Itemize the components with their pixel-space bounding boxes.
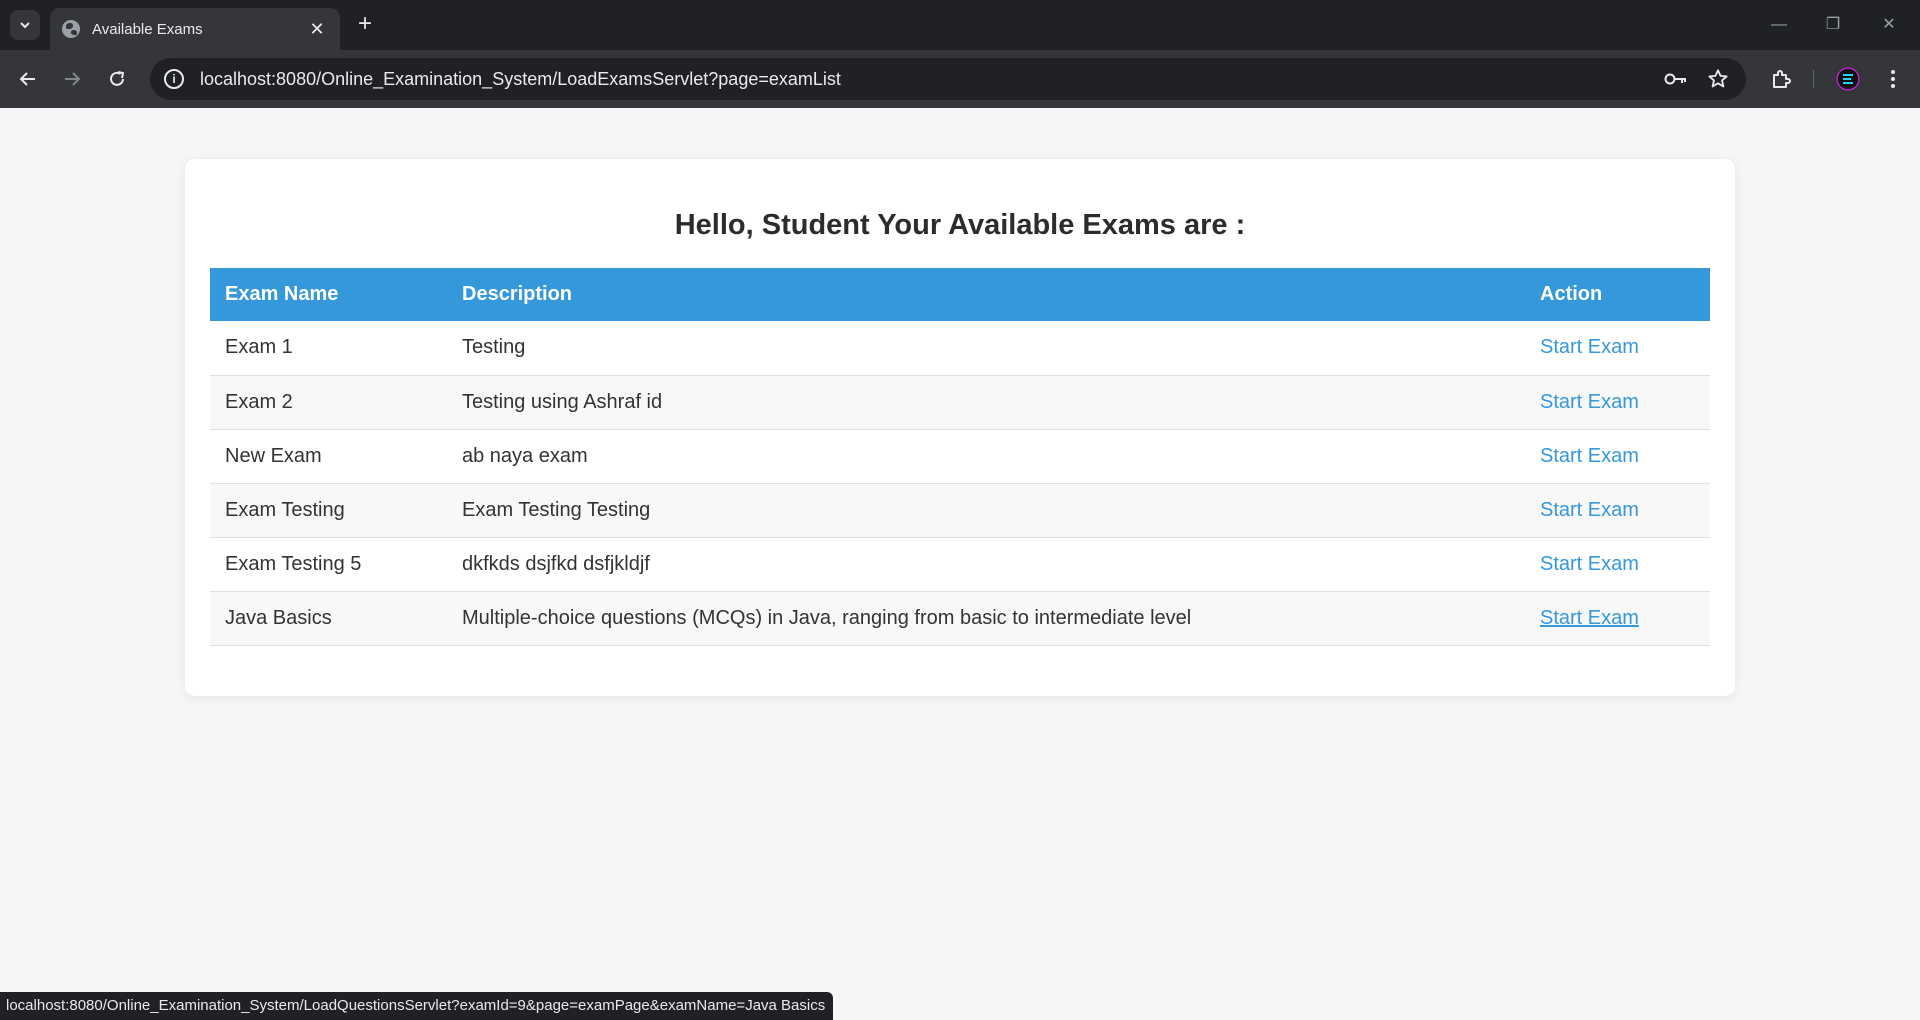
start-exam-link[interactable]: Start Exam xyxy=(1540,499,1639,521)
link-status-bar: localhost:8080/Online_Examination_System… xyxy=(0,992,834,1020)
page-heading: Hello, Student Your Available Exams are … xyxy=(674,209,1246,241)
arrow-right-icon xyxy=(65,72,81,86)
exam-action-cell: Start Exam xyxy=(1525,429,1710,484)
start-exam-link[interactable]: Start Exam xyxy=(1540,553,1639,575)
table-row: Exam 1 Testing Start Exam xyxy=(210,321,1710,376)
table-row: Java Basics Multiple-choice questions (M… xyxy=(210,591,1710,646)
extensions-button[interactable] xyxy=(1766,64,1796,94)
start-exam-link[interactable]: Start Exam xyxy=(1540,607,1639,629)
table-row: Exam Testing Exam Testing Testing Start … xyxy=(210,483,1710,538)
table-header-row: Exam Name Description Action xyxy=(210,268,1710,321)
browser-menu-button[interactable] xyxy=(1878,64,1908,94)
exam-name-cell: Exam Testing xyxy=(210,483,447,538)
address-bar[interactable]: i localhost:8080/Online_Examination_Syst… xyxy=(150,58,1746,100)
table-row: New Exam ab naya exam Start Exam xyxy=(210,429,1710,484)
minimize-icon[interactable]: — xyxy=(1766,12,1792,38)
exam-description-cell: Multiple-choice questions (MCQs) in Java… xyxy=(447,591,1525,646)
exam-description-cell: Exam Testing Testing xyxy=(447,483,1525,538)
url-text[interactable]: localhost:8080/Online_Examination_System… xyxy=(200,69,1662,90)
exam-action-cell: Start Exam xyxy=(1525,321,1710,376)
exam-action-cell: Start Exam xyxy=(1525,591,1710,646)
puzzle-icon xyxy=(1773,70,1791,88)
exam-description-cell: ab naya exam xyxy=(447,429,1525,484)
exam-list-card: Hello, Student Your Available Exams are … xyxy=(185,159,1735,696)
password-key-icon[interactable] xyxy=(1662,65,1690,93)
exams-table: Exam Name Description Action Exam 1 Test… xyxy=(210,268,1710,646)
chevron-down-icon xyxy=(20,22,30,29)
exam-name-cell: Exam Testing 5 xyxy=(210,537,447,592)
exam-description-cell: Testing using Ashraf id xyxy=(447,375,1525,430)
arrow-left-icon xyxy=(19,72,35,86)
table-row: Exam 2 Testing using Ashraf id Start Exa… xyxy=(210,375,1710,430)
column-header-action: Action xyxy=(1525,268,1710,321)
browser-tab[interactable]: Available Exams ✕ xyxy=(50,8,340,50)
tab-search-button[interactable] xyxy=(10,10,40,40)
kebab-menu-icon xyxy=(1891,70,1895,88)
restore-icon[interactable]: ❐ xyxy=(1820,12,1846,38)
profile-avatar[interactable] xyxy=(1833,64,1863,94)
new-tab-button[interactable]: + xyxy=(352,12,378,38)
exam-name-cell: Java Basics xyxy=(210,591,447,646)
column-header-description: Description xyxy=(447,268,1525,321)
browser-toolbar: i localhost:8080/Online_Examination_Syst… xyxy=(0,50,1920,108)
exam-action-cell: Start Exam xyxy=(1525,483,1710,538)
exam-name-cell: Exam 2 xyxy=(210,375,447,430)
exam-action-cell: Start Exam xyxy=(1525,537,1710,592)
exam-name-cell: New Exam xyxy=(210,429,447,484)
table-row: Exam Testing 5 dkfkds dsjfkd dsfjkldjf S… xyxy=(210,537,1710,592)
bookmark-star-icon[interactable] xyxy=(1704,65,1732,93)
start-exam-link[interactable]: Start Exam xyxy=(1540,336,1639,358)
forward-button[interactable] xyxy=(57,64,87,94)
close-tab-icon[interactable]: ✕ xyxy=(306,19,328,40)
toolbar-divider xyxy=(1813,70,1814,88)
close-window-icon[interactable]: ✕ xyxy=(1876,12,1902,38)
tab-title: Available Exams xyxy=(92,20,203,38)
globe-icon xyxy=(62,20,80,38)
back-button[interactable] xyxy=(13,64,43,94)
column-header-exam-name: Exam Name xyxy=(210,268,447,321)
start-exam-link[interactable]: Start Exam xyxy=(1540,391,1639,413)
exam-description-cell: dkfkds dsjfkd dsfjkldjf xyxy=(447,537,1525,592)
exam-description-cell: Testing xyxy=(447,321,1525,376)
reload-button[interactable] xyxy=(102,64,132,94)
start-exam-link[interactable]: Start Exam xyxy=(1540,445,1639,467)
browser-tab-bar: Available Exams ✕ + — ❐ ✕ xyxy=(0,0,1920,50)
exam-action-cell: Start Exam xyxy=(1525,375,1710,430)
exam-name-cell: Exam 1 xyxy=(210,321,447,376)
site-info-icon[interactable]: i xyxy=(164,69,184,89)
reload-icon xyxy=(110,71,125,86)
